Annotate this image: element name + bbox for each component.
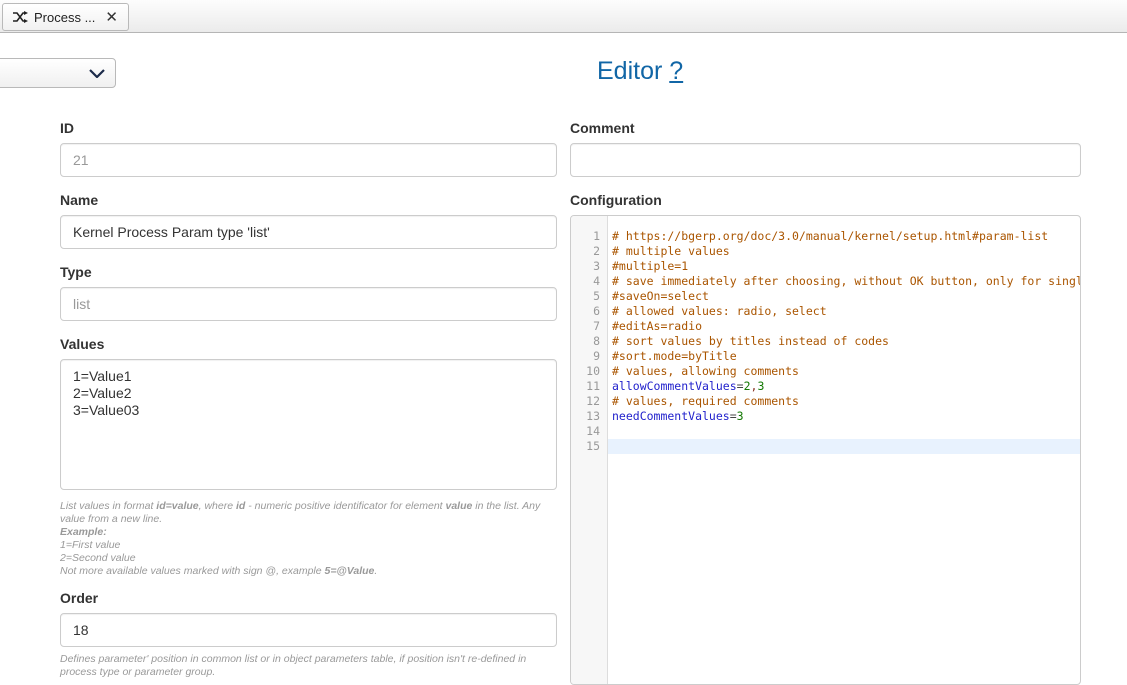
tab-process[interactable]: Process ... ✕ <box>2 3 129 31</box>
configuration-label: Configuration <box>570 192 662 208</box>
editor-page: { "tab_bar": { "tab": { "label": "Proces… <box>0 0 1127 685</box>
values-label: Values <box>60 336 104 352</box>
id-label: ID <box>60 120 74 136</box>
configuration-editor[interactable]: 123456789101112131415 # https://bgerp.or… <box>570 215 1081 685</box>
comment-label: Comment <box>570 120 635 136</box>
page-title-text: Editor <box>597 57 662 85</box>
order-label: Order <box>60 590 98 606</box>
order-field[interactable] <box>60 613 557 647</box>
page-title: Editor ? <box>597 57 683 86</box>
name-label: Name <box>60 192 98 208</box>
comment-field[interactable] <box>570 143 1081 177</box>
type-select[interactable] <box>0 58 116 88</box>
editor-code-area[interactable]: # https://bgerp.org/doc/3.0/manual/kerne… <box>608 216 1080 684</box>
type-field[interactable] <box>60 287 557 321</box>
tab-close-icon[interactable]: ✕ <box>105 8 118 26</box>
order-help-text: Defines parameter' position in common li… <box>60 653 565 679</box>
type-label: Type <box>60 264 92 280</box>
values-help-text: List values in format id=value, where id… <box>60 500 565 578</box>
editor-line-numbers: 123456789101112131415 <box>571 216 608 684</box>
help-link[interactable]: ? <box>669 57 683 85</box>
shuffle-icon <box>13 11 28 23</box>
tab-label: Process ... <box>34 10 95 25</box>
name-field[interactable] <box>60 215 557 249</box>
chevron-down-icon <box>89 69 105 78</box>
tab-bar: Process ... ✕ <box>0 0 1127 33</box>
id-field[interactable] <box>60 143 557 177</box>
values-field[interactable]: 1=Value1 2=Value2 3=Value03 <box>60 359 557 490</box>
